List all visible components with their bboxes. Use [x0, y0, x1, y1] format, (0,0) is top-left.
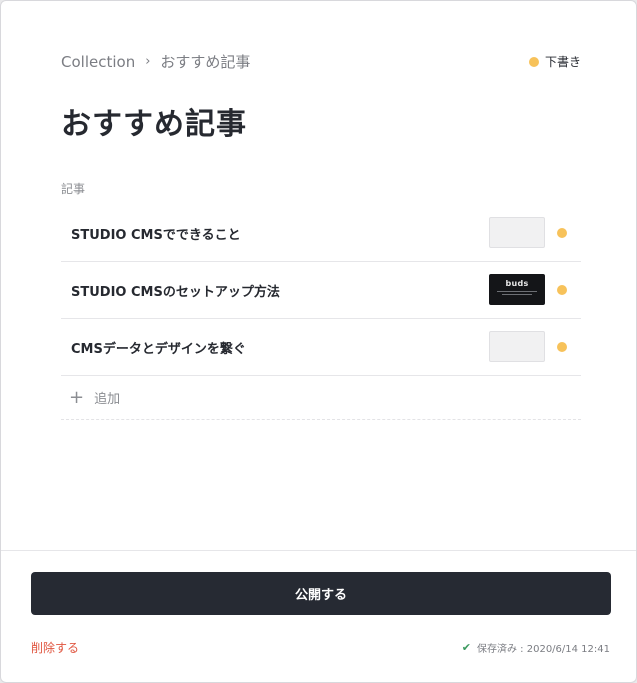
check-icon: ✔	[461, 641, 471, 654]
thumbnail-text-line	[497, 291, 537, 292]
thumbnail-text-line	[502, 294, 532, 295]
status-label: 下書き	[544, 55, 581, 69]
article-title: STUDIO CMSのセットアップ方法	[71, 284, 280, 300]
breadcrumb: Collection › おすすめ記事	[61, 51, 250, 72]
delete-link[interactable]: 削除する	[31, 639, 79, 656]
list-item[interactable]: CMSデータとデザインを繋ぐ	[61, 319, 581, 376]
article-title: STUDIO CMSでできること	[71, 227, 241, 243]
field-label: 記事	[61, 182, 86, 196]
list-item[interactable]: STUDIO CMSのセットアップ方法 buds	[61, 262, 581, 319]
article-thumbnail: buds	[489, 274, 545, 305]
page-title: おすすめ記事	[61, 107, 247, 142]
breadcrumb-separator-icon: ›	[145, 54, 151, 69]
add-article-button[interactable]: + 追加	[61, 376, 581, 420]
plus-icon: +	[69, 386, 85, 408]
draft-status-dot-icon	[557, 285, 567, 295]
article-list: STUDIO CMSでできること STUDIO CMSのセットアップ方法 bud…	[61, 205, 581, 420]
saved-status: ✔ 保存済み : 2020/6/14 12:41	[462, 640, 610, 655]
draft-status-dot-icon	[557, 228, 567, 238]
article-thumbnail	[489, 331, 545, 362]
status-badge: 下書き	[528, 53, 581, 70]
collection-item-panel: Collection › おすすめ記事 下書き おすすめ記事 記事 STUDIO…	[0, 0, 637, 683]
header-row: Collection › おすすめ記事 下書き	[61, 51, 581, 73]
article-thumbnail	[489, 217, 545, 248]
draft-status-dot-icon	[528, 56, 539, 67]
publish-button[interactable]: 公開する	[31, 572, 611, 615]
footer: 公開する 削除する ✔ 保存済み : 2020/6/14 12:41	[1, 550, 636, 682]
article-title: CMSデータとデザインを繋ぐ	[71, 341, 246, 357]
add-label: 追加	[94, 392, 121, 407]
draft-status-dot-icon	[557, 342, 567, 352]
breadcrumb-collection-link[interactable]: Collection	[61, 53, 135, 71]
thumbnail-logo-text: buds	[505, 279, 529, 288]
breadcrumb-current: おすすめ記事	[160, 53, 251, 71]
saved-label: 保存済み : 2020/6/14 12:41	[477, 644, 610, 655]
list-item[interactable]: STUDIO CMSでできること	[61, 205, 581, 262]
